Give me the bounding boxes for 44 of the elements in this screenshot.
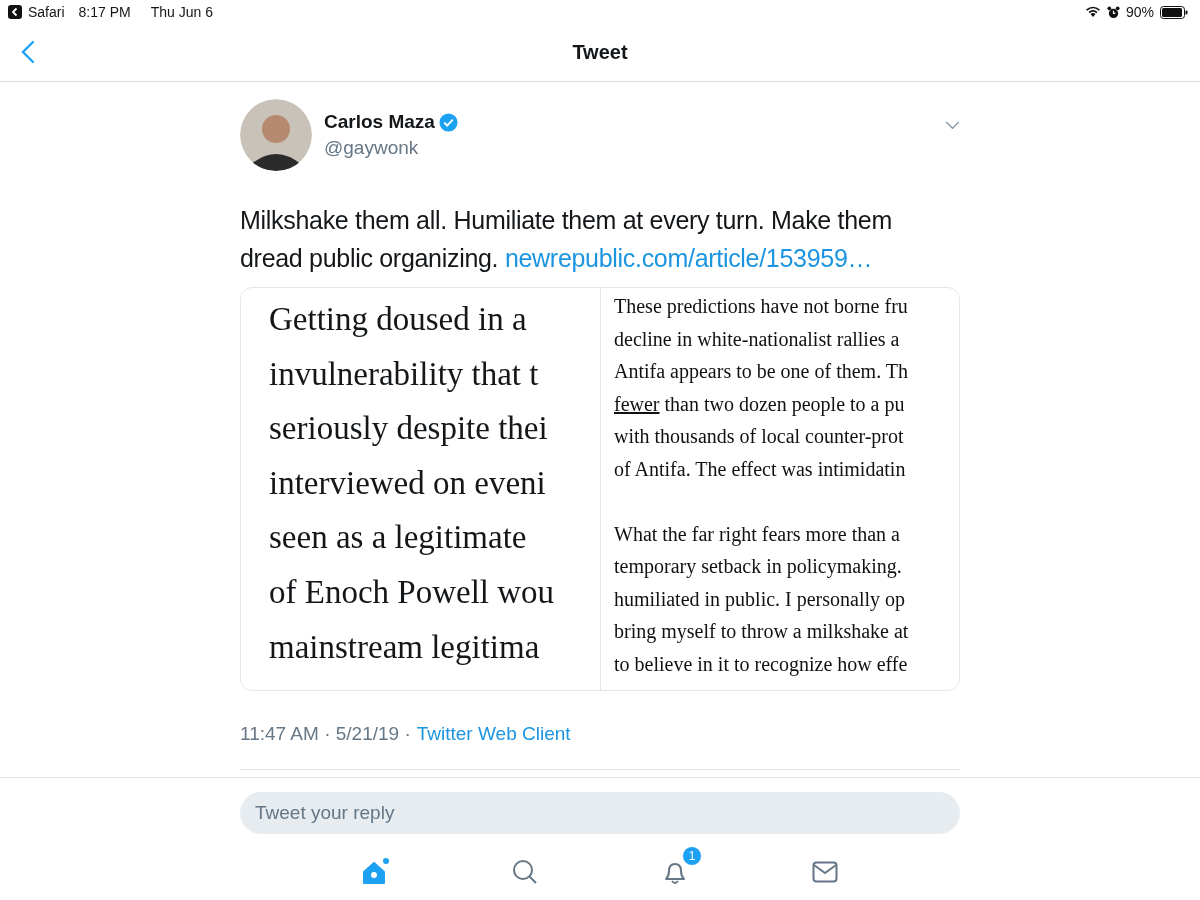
- status-time: 8:17 PM: [78, 4, 131, 20]
- excerpt-line: Getting doused in a: [269, 302, 528, 337]
- excerpt-line: decline in white-nationalist rallies a: [614, 327, 900, 350]
- battery-icon: [1160, 5, 1188, 19]
- excerpt-line: invulnerability that t: [269, 356, 540, 392]
- mail-icon: [812, 861, 838, 883]
- excerpt-line: What the far right fears more than a: [614, 522, 900, 545]
- avatar[interactable]: [240, 99, 312, 171]
- caret-icon[interactable]: [945, 121, 960, 130]
- excerpt-line: than two dozen people to a pu: [663, 392, 905, 415]
- excerpt-line: interviewed on eveni: [269, 465, 547, 501]
- back-icon[interactable]: [21, 40, 35, 64]
- tab-bar-item[interactable]: 1: [600, 844, 750, 900]
- author-handle[interactable]: @gaywonk: [324, 137, 458, 159]
- excerpt-line: with thousands of local counter-prot: [614, 425, 904, 448]
- reply-field[interactable]: Tweet your reply: [240, 792, 960, 834]
- back-app-icon[interactable]: [8, 5, 22, 19]
- excerpt-line: humiliated in public. I personally op: [614, 587, 906, 610]
- excerpt-line: seen as a legitimate: [269, 520, 528, 556]
- excerpt-line: Antifa appears to be one of them. Th: [614, 360, 908, 383]
- excerpt-line: temporary setback in policymaking.: [614, 555, 902, 578]
- source-link[interactable]: Twitter Web Client: [416, 723, 571, 745]
- page-title: Tweet: [572, 41, 628, 64]
- excerpt-line: seriously despite thei: [269, 411, 549, 447]
- excerpt-line: bring myself to throw a milkshake at: [614, 620, 909, 643]
- article-link[interactable]: newrepublic.com/article/153959…: [504, 244, 873, 272]
- battery-percent: 90%: [1125, 4, 1154, 20]
- excerpt-line: These predictions have not borne fru: [614, 295, 908, 317]
- excerpt-line: of Enoch Powell wou: [269, 574, 556, 610]
- alarm-clock-icon: [1106, 5, 1120, 19]
- wifi-icon: [1084, 6, 1101, 18]
- excerpt-line: to believe in it to recognize how effe: [614, 652, 908, 675]
- search-icon: [512, 859, 538, 885]
- notification-badge: 1: [682, 846, 702, 866]
- excerpt-line: mainstream legitima: [269, 629, 541, 665]
- author-name[interactable]: Carlos Maza: [324, 111, 435, 133]
- article-excerpt-image[interactable]: [240, 287, 960, 691]
- tweet-timestamp: 11:47 AM · 5/21/19 ·: [240, 723, 411, 745]
- back-app-label[interactable]: Safari: [28, 4, 65, 20]
- home-icon: [360, 857, 390, 887]
- status-date: Thu Jun 6: [150, 4, 213, 20]
- excerpt-link: fewer: [614, 392, 660, 415]
- excerpt-line: of Antifa. The effect was intimidatin: [614, 457, 906, 480]
- tweet-text: Milkshake them all. Humiliate them at every turn. Make them dread public organizing. newrepublic.com/article/153959…: [240, 205, 893, 274]
